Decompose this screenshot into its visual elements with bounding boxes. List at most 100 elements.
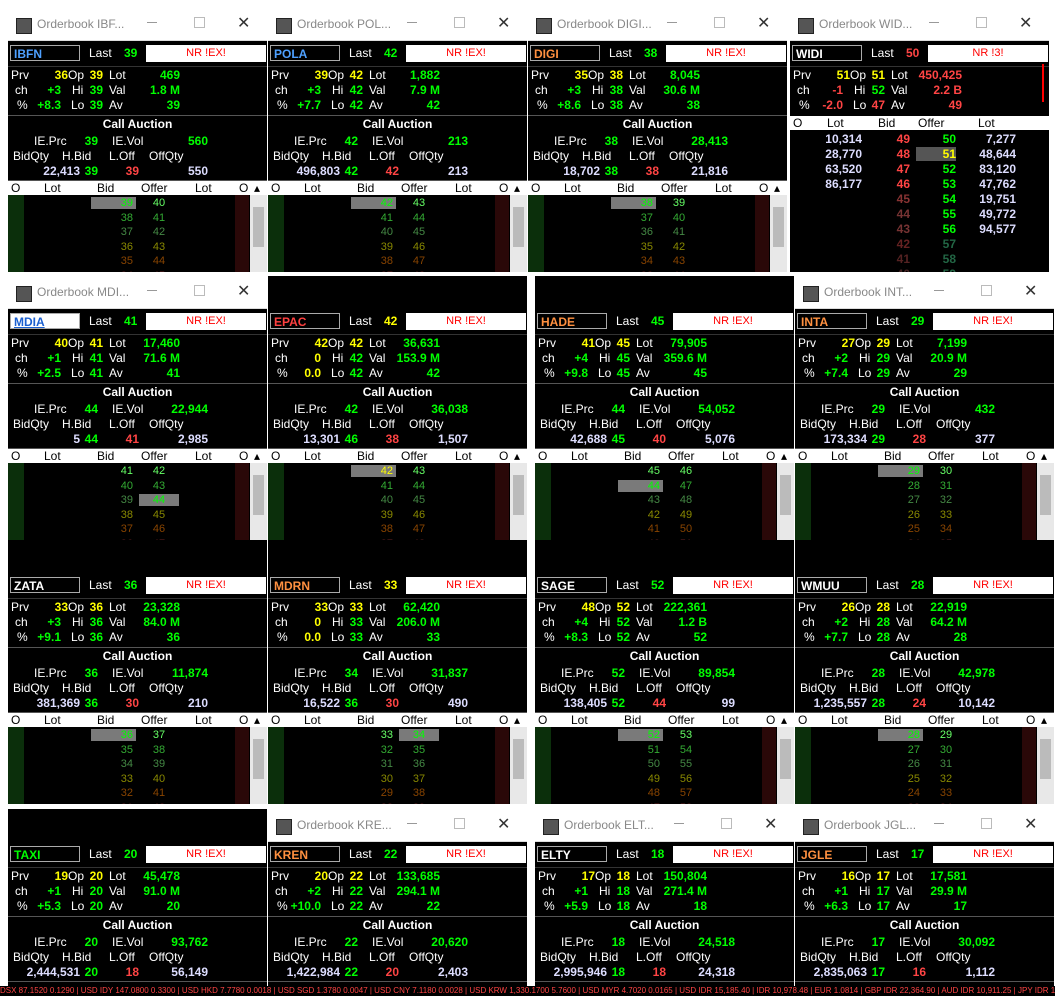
scroll-up-arrow[interactable]: ▴ <box>1041 449 1047 463</box>
bid-price[interactable]: 44 <box>870 207 910 221</box>
window-titlebar[interactable]: Orderbook WID... ✕ <box>790 8 1049 41</box>
symbol-input[interactable]: MDRN <box>270 577 340 593</box>
offer-price[interactable]: 42 <box>659 241 699 253</box>
bid-price[interactable]: 38 <box>91 509 136 521</box>
orderbook-window-inta[interactable]: Orderbook INT... ✕ INTA Last 29 NR !EX! Prv 27 O… <box>795 276 1054 540</box>
depth-scrollbar[interactable]: ▾ <box>1037 463 1054 540</box>
bid-price[interactable]: 46 <box>870 177 910 191</box>
nr-status-button[interactable]: NR !EX! <box>933 313 1053 330</box>
bid-price[interactable]: 27 <box>878 744 923 756</box>
symbol-input[interactable]: ELTY <box>537 846 607 862</box>
minimize-button[interactable] <box>934 823 944 824</box>
depth-rows[interactable]: ▾ 52 51 50 49 48 47 53 54 55 56 57 58 <box>535 727 794 804</box>
bid-price[interactable]: 26 <box>878 758 923 770</box>
bid-price[interactable]: 33 <box>351 729 396 741</box>
bid-price[interactable]: 41 <box>351 480 396 492</box>
depth-rows[interactable]: ▾ 33 32 31 30 29 28 34 35 36 37 38 39 <box>268 727 527 804</box>
offer-price[interactable]: 43 <box>139 241 179 253</box>
offer-price[interactable]: 57 <box>916 237 956 251</box>
scroll-thumb[interactable] <box>513 475 524 515</box>
window-titlebar[interactable]: Orderbook IBF... ✕ <box>8 8 267 41</box>
minimize-button[interactable] <box>934 290 944 291</box>
minimize-button[interactable] <box>147 22 157 23</box>
offer-price[interactable]: 34 <box>399 729 439 741</box>
offer-price[interactable]: 44 <box>139 255 179 267</box>
offer-price[interactable]: 44 <box>139 494 179 506</box>
window-titlebar[interactable]: Orderbook DIGI... ✕ <box>528 8 787 41</box>
close-button[interactable]: ✕ <box>1024 814 1037 833</box>
bid-price[interactable]: 43 <box>870 222 910 236</box>
orderbook-window-zata[interactable]: ZATA Last 36 NR !EX! Prv 33 Op 36 Lot 23,328 ch +3 H… <box>8 540 267 804</box>
bid-price[interactable]: 51 <box>618 744 663 756</box>
bid-price[interactable]: 38 <box>351 255 396 267</box>
orderbook-window-taxi[interactable]: TAXI Last 20 NR !EX! Prv 19 Op 20 Lot 45,478 ch +1 H… <box>8 809 267 986</box>
bid-price[interactable]: 52 <box>618 729 663 741</box>
bid-price[interactable]: 31 <box>351 758 396 770</box>
nr-status-button[interactable]: NR !3! <box>928 45 1048 62</box>
window-titlebar[interactable]: Orderbook JGL... ✕ <box>795 809 1054 842</box>
depth-scrollbar[interactable]: ▾ <box>777 727 794 804</box>
depth-rows[interactable]: ▾424140393837434445464748 <box>268 463 527 540</box>
offer-price[interactable]: 48 <box>666 494 706 506</box>
offer-price[interactable]: 40 <box>659 212 699 224</box>
nr-status-button[interactable]: NR !EX! <box>146 45 266 62</box>
symbol-input[interactable]: ZATA <box>10 577 80 593</box>
symbol-input[interactable]: MDIA <box>10 313 80 329</box>
orderbook-window-kren[interactable]: Orderbook KRE... ✕ KREN Last 22 NR !EX! Prv 20 O… <box>268 809 527 986</box>
orderbook-window-wmuu[interactable]: WMUU Last 28 NR !EX! Prv 26 Op 28 Lot 22,919 ch +2 H… <box>795 540 1054 804</box>
bid-price[interactable]: 36 <box>611 226 656 238</box>
symbol-input[interactable]: TAXI <box>10 846 80 862</box>
depth-scrollbar[interactable]: ▾ <box>770 195 787 272</box>
offer-price[interactable]: 58 <box>666 802 706 805</box>
scroll-thumb[interactable] <box>513 207 524 247</box>
close-button[interactable]: ✕ <box>497 13 510 32</box>
orderbook-window-mdrn[interactable]: MDRN Last 33 NR !EX! Prv 33 Op 33 Lot 62,420 ch 0 Hi… <box>268 540 527 804</box>
bid-price[interactable]: 38 <box>611 197 656 209</box>
offer-price[interactable]: 39 <box>399 802 439 805</box>
minimize-button[interactable] <box>929 22 939 23</box>
bid-price[interactable]: 34 <box>91 270 136 273</box>
bid-price[interactable]: 50 <box>618 758 663 770</box>
bid-price[interactable]: 26 <box>878 509 923 521</box>
bid-price[interactable]: 28 <box>878 480 923 492</box>
bid-price[interactable]: 23 <box>878 802 923 805</box>
depth-scrollbar[interactable]: ▾ <box>1037 727 1054 804</box>
close-button[interactable]: ✕ <box>237 13 250 32</box>
bid-price[interactable]: 49 <box>618 773 663 785</box>
bid-price[interactable]: 28 <box>351 802 396 805</box>
bid-price[interactable]: 45 <box>618 465 663 477</box>
offer-price[interactable]: 30 <box>926 744 966 756</box>
close-button[interactable]: ✕ <box>1019 13 1032 32</box>
bid-price[interactable]: 43 <box>618 494 663 506</box>
bid-price[interactable]: 25 <box>878 523 923 535</box>
bid-price[interactable]: 29 <box>351 787 396 799</box>
bid-price[interactable]: 39 <box>91 494 136 506</box>
offer-price[interactable]: 54 <box>916 192 956 206</box>
depth-scrollbar[interactable]: ▾ <box>250 195 267 272</box>
offer-price[interactable]: 42 <box>139 465 179 477</box>
scroll-up-arrow[interactable]: ▴ <box>781 449 787 463</box>
offer-price[interactable]: 45 <box>399 494 439 506</box>
offer-price[interactable]: 53 <box>916 177 956 191</box>
depth-scrollbar[interactable]: ▾ <box>250 463 267 540</box>
bid-price[interactable]: 33 <box>611 270 656 273</box>
depth-rows[interactable]: ▾424140393837434445464748 <box>268 195 527 272</box>
scroll-up-arrow[interactable]: ▴ <box>514 181 520 195</box>
nr-status-button[interactable]: NR !EX! <box>673 313 793 330</box>
offer-price[interactable]: 50 <box>916 132 956 146</box>
offer-price[interactable]: 38 <box>139 744 179 756</box>
symbol-input[interactable]: KREN <box>270 846 340 862</box>
scroll-thumb[interactable] <box>253 739 264 779</box>
bid-price[interactable]: 41 <box>351 212 396 224</box>
offer-price[interactable]: 45 <box>139 270 179 273</box>
offer-price[interactable]: 53 <box>666 729 706 741</box>
maximize-button[interactable] <box>976 17 987 28</box>
bid-price[interactable]: 34 <box>91 758 136 770</box>
scroll-thumb[interactable] <box>780 475 791 515</box>
scroll-thumb[interactable] <box>253 475 264 515</box>
minimize-button[interactable] <box>407 22 417 23</box>
maximize-button[interactable] <box>714 17 725 28</box>
offer-price[interactable]: 40 <box>139 197 179 209</box>
scroll-up-arrow[interactable]: ▴ <box>254 449 260 463</box>
close-button[interactable]: ✕ <box>764 814 777 833</box>
